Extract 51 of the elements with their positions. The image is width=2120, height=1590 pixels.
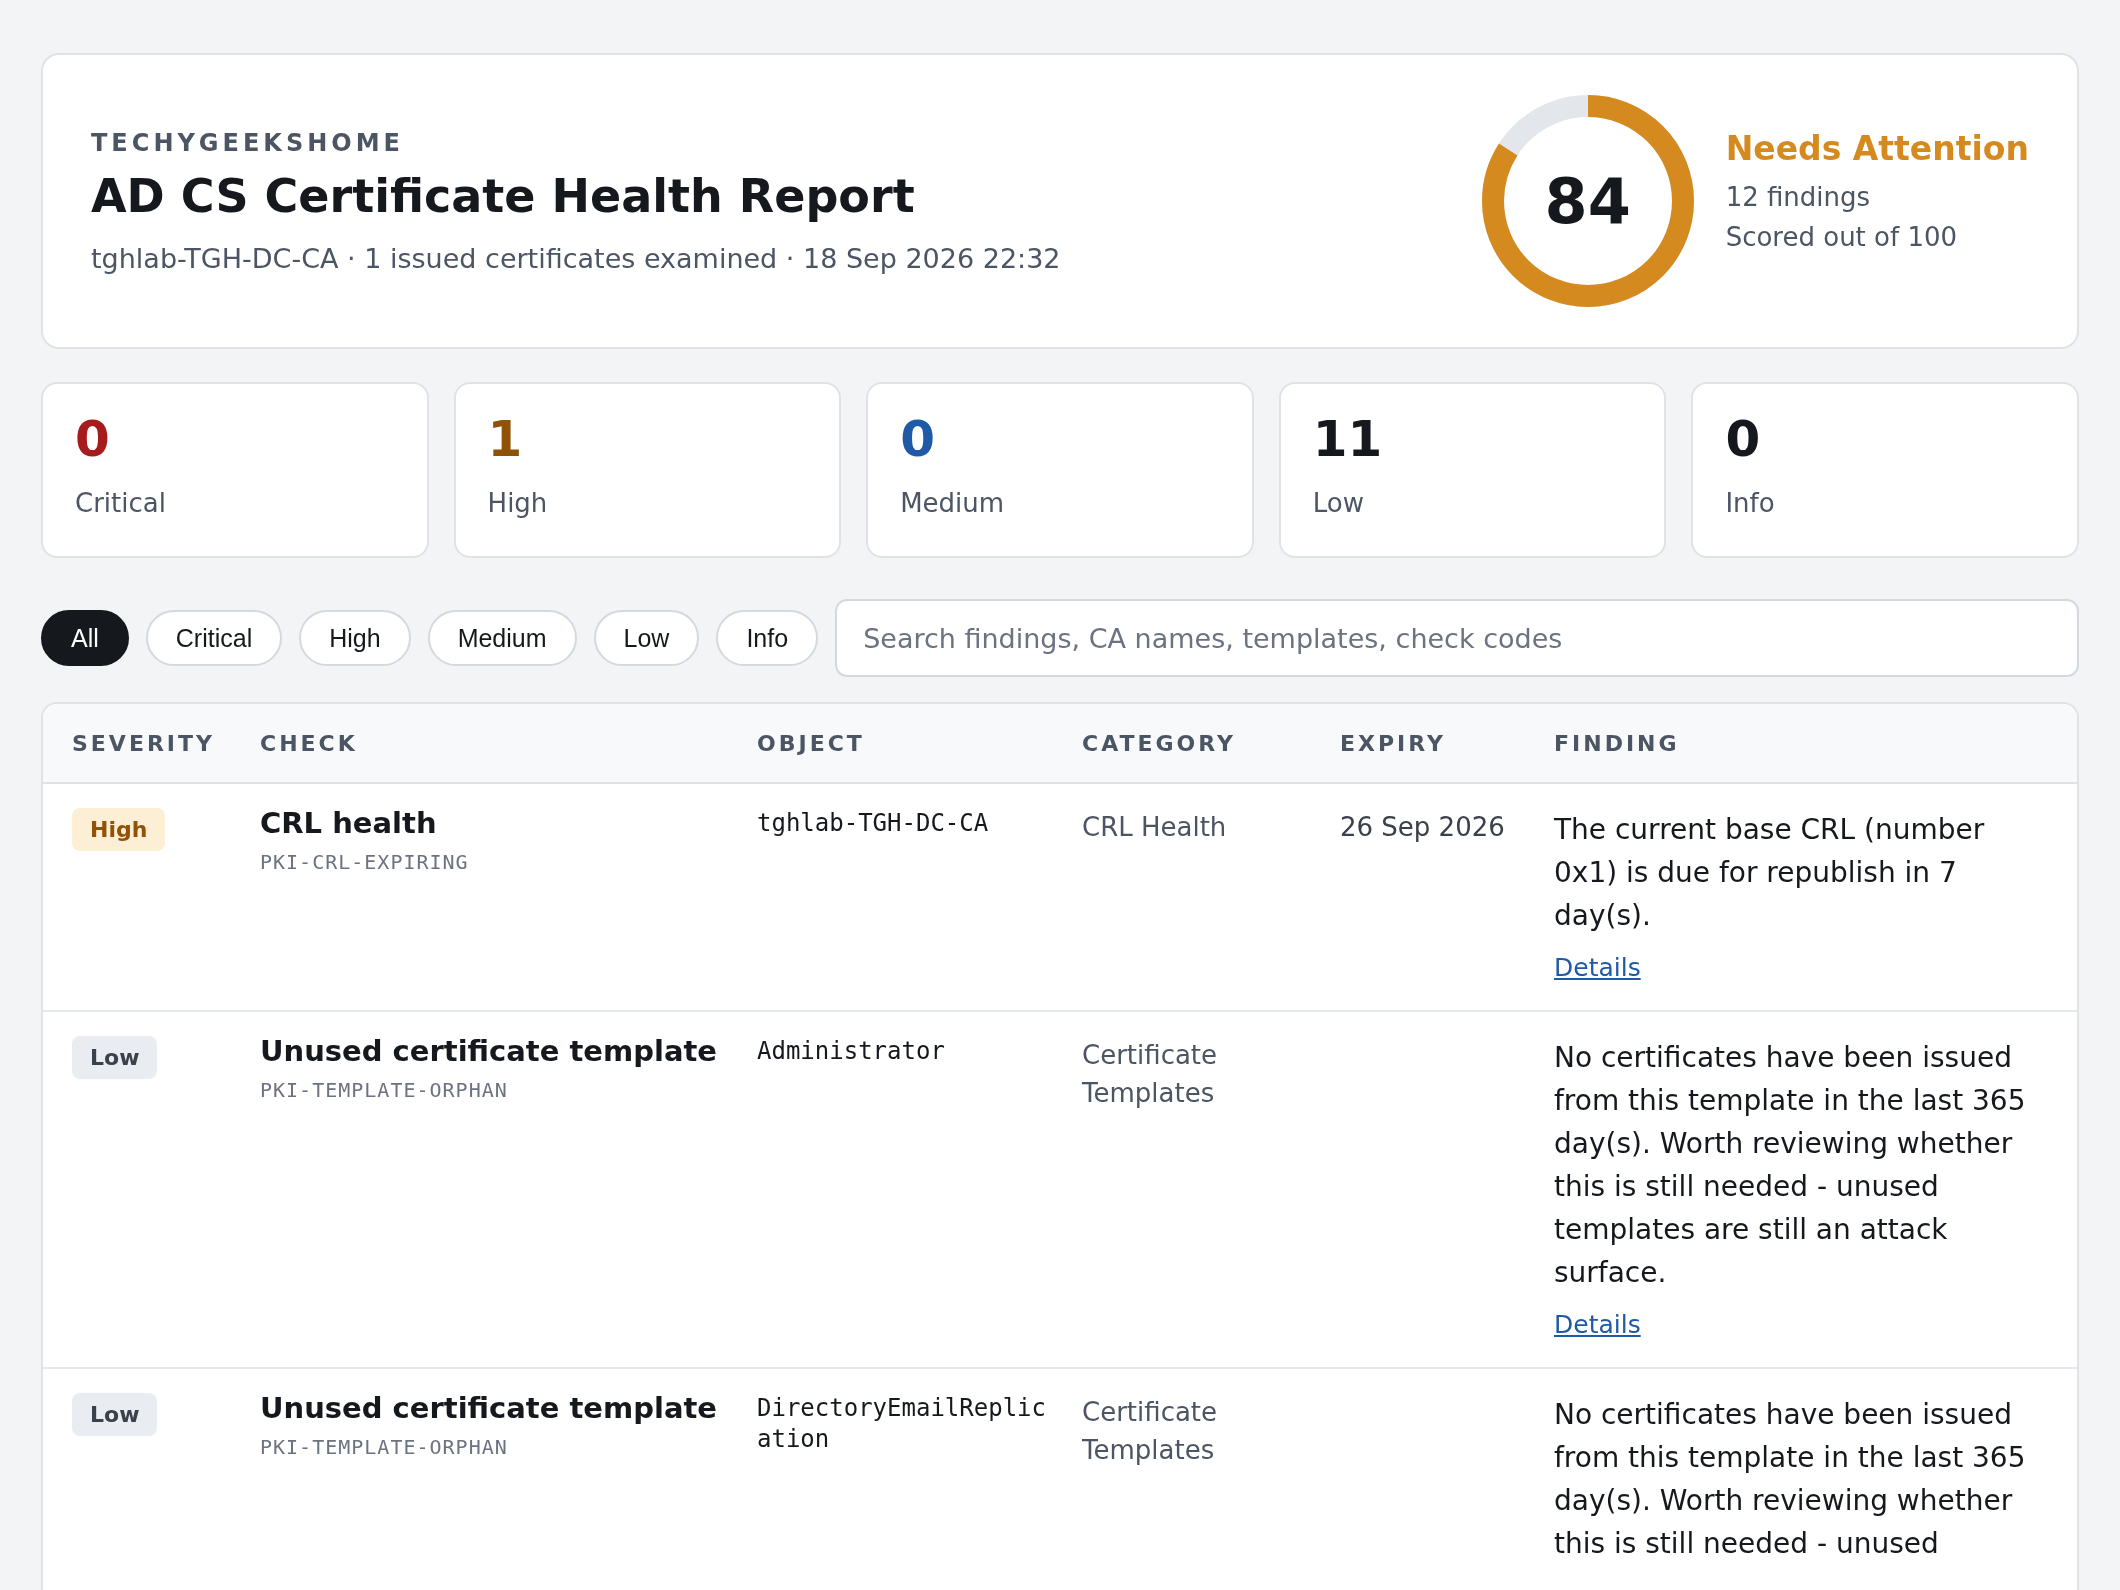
check-code: PKI-TEMPLATE-ORPHAN: [260, 1435, 508, 1459]
filter-chip[interactable]: All: [41, 610, 129, 666]
check-name: Unused certificate template: [260, 1034, 718, 1068]
column-header: FINDING: [1554, 730, 1680, 756]
stat-count: 0: [75, 414, 110, 464]
filter-chip[interactable]: Low: [593, 610, 700, 666]
search-field[interactable]: Search findings, CA names, templates, check codes: [835, 599, 2079, 677]
column-header: EXPIRY: [1340, 730, 1446, 756]
filter-chip[interactable]: High: [299, 610, 411, 666]
object-name: Administrator: [757, 1036, 946, 1067]
column-header: CHECK: [260, 730, 358, 756]
check-name: Unused certificate template: [260, 1391, 718, 1425]
details-link[interactable]: Details: [1554, 1310, 1641, 1339]
filter-chip[interactable]: Info: [716, 610, 819, 666]
stat-count: 1: [487, 414, 523, 464]
severity-badge: Low: [72, 1036, 158, 1079]
column-header: OBJECT: [757, 730, 865, 756]
organization-name: TECHYGEEKSHOME: [91, 128, 404, 157]
score-note: Scored out of 100: [1725, 221, 1959, 252]
report-title: AD CS Certificate Health Report: [91, 168, 915, 223]
stat-label: High: [487, 488, 548, 518]
findings-count: 12 findings: [1725, 181, 1872, 212]
stat-label: Critical: [75, 488, 166, 518]
column-header: SEVERITY: [72, 730, 215, 756]
stat-label: Low: [1312, 488, 1364, 518]
object-name: tghlab-TGH-DC-CA: [757, 808, 990, 839]
score-value: 84: [1544, 164, 1631, 238]
category-cell-text: CRL Health: [1082, 811, 1228, 844]
category-cell-text: Certificate Templates: [1082, 1396, 1219, 1467]
category-cell-text: Certificate Templates: [1082, 1039, 1219, 1110]
expiry-date: 26 Sep 2026: [1340, 811, 1505, 844]
filter-chip[interactable]: Critical: [145, 610, 283, 666]
severity-badge: High: [72, 808, 166, 851]
severity-badge: Low: [72, 1393, 158, 1436]
column-header: CATEGORY: [1082, 730, 1236, 756]
stat-count: 0: [900, 414, 935, 464]
check-name: CRL health: [260, 806, 437, 840]
finding-text: No certificates have been issued from this template in the last 365 day(s). Worth reviewing whether this is still needed - unused: [1554, 1397, 2027, 1562]
check-code: PKI-CRL-EXPIRING: [260, 850, 469, 874]
stat-label: Info: [1725, 488, 1775, 518]
report-subtitle: tghlab-TGH-DC-CA · 1 issued certificates examined · 18 Sep 2026 22:32: [91, 242, 1061, 274]
filter-chip[interactable]: Medium: [427, 610, 577, 666]
status-label: Needs Attention: [1725, 128, 2029, 168]
object-name: DirectoryEmailReplication: [757, 1393, 1047, 1456]
stat-count: 0: [1725, 414, 1761, 464]
stat-label: Medium: [900, 488, 1005, 518]
details-link[interactable]: Details: [1554, 953, 1641, 982]
finding-text: The current base CRL (number 0x1) is due for republish in 7 day(s).: [1554, 812, 1986, 934]
check-code: PKI-TEMPLATE-ORPHAN: [260, 1078, 508, 1102]
stat-count: 11: [1312, 414, 1383, 464]
finding-text: No certificates have been issued from this template in the last 365 day(s). Worth reviewing whether this is still needed - unused templates are still an attack surface.: [1554, 1040, 2027, 1291]
